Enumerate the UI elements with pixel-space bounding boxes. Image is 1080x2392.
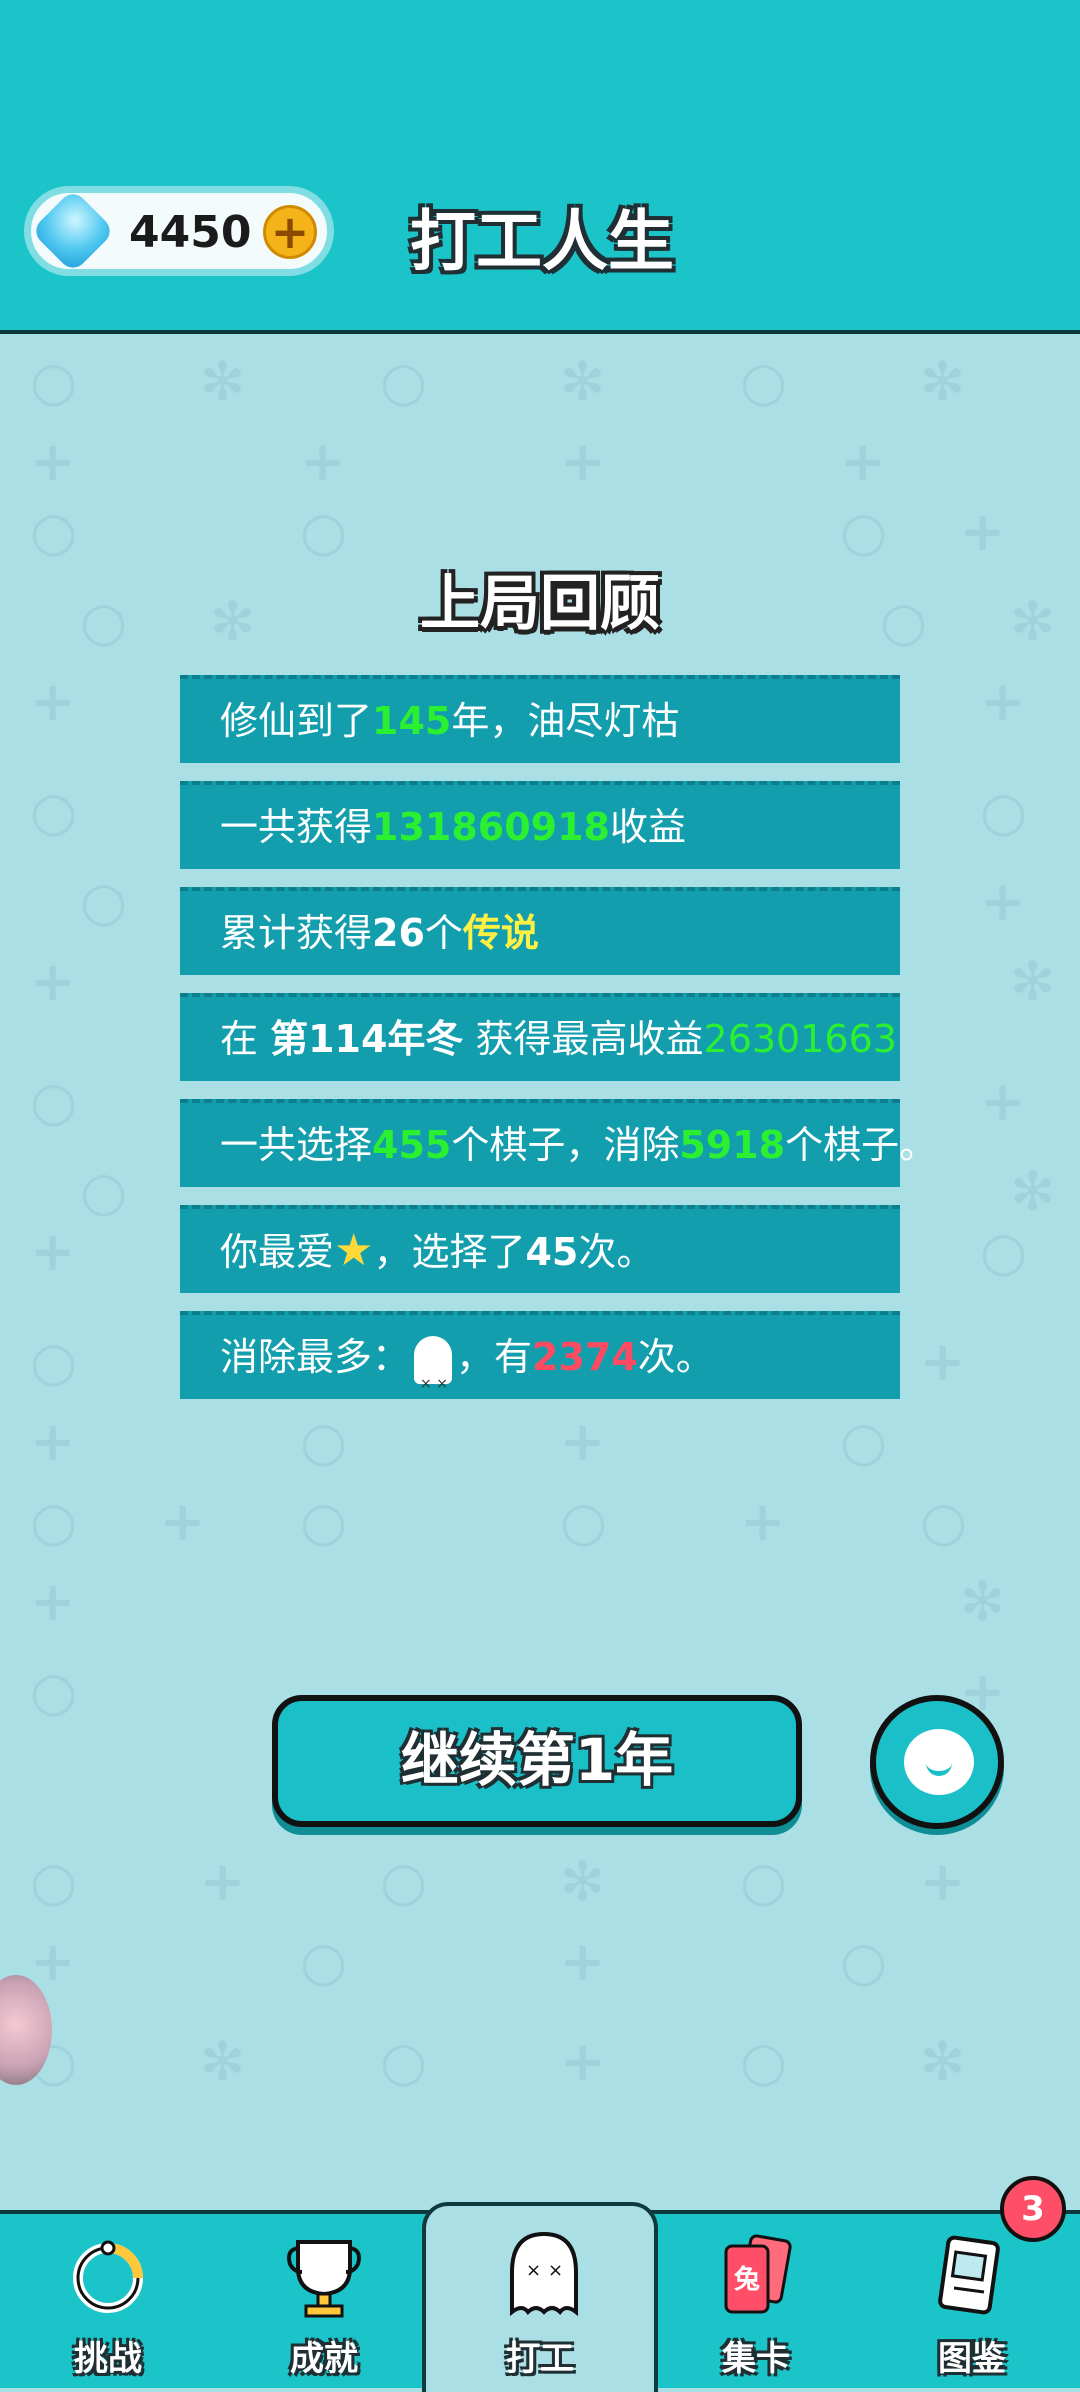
- svg-text:×: ×: [548, 2260, 563, 2281]
- nav-label-cards: 集卡: [722, 2339, 790, 2379]
- ghost-icon: [414, 1335, 453, 1426]
- nav-label-collection: 图鉴: [938, 2339, 1006, 2379]
- gem-count: 4450: [129, 207, 252, 258]
- stat-value: 26301663: [703, 1017, 897, 1061]
- stat-value: 26: [372, 911, 425, 955]
- nav-item-challenge[interactable]: 挑战: [0, 2214, 216, 2392]
- top-header: 4450 + 打工人生: [0, 0, 1080, 334]
- stat-text: 个棋子。: [785, 1123, 938, 1167]
- continue-button[interactable]: 继续第1年: [272, 1695, 802, 1827]
- gem-balance[interactable]: 4450 +: [24, 186, 334, 276]
- stat-row-income: 一共获得131860918收益: [180, 781, 900, 869]
- stat-legend-label: 传说: [462, 911, 539, 955]
- stat-text: 累计获得: [220, 911, 373, 955]
- chat-bubble-icon: [904, 1729, 974, 1795]
- stat-text: 一共选择: [220, 1123, 373, 1167]
- stat-text: 个: [424, 911, 463, 955]
- stat-text: 次。: [578, 1230, 655, 1274]
- stat-value: 455: [372, 1123, 452, 1167]
- nav-item-achievement[interactable]: 成就: [216, 2214, 432, 2392]
- nav-label-challenge: 挑战: [74, 2339, 142, 2379]
- star-icon: ★: [334, 1225, 374, 1276]
- stat-value: 131860918: [372, 805, 610, 849]
- stat-text: ，有: [456, 1335, 533, 1379]
- ghost-icon: × ×: [510, 2231, 578, 2317]
- stat-row-favorite: 你最爱★，选择了45次。: [180, 1205, 900, 1293]
- stat-text: 一共获得: [220, 805, 373, 849]
- challenge-icon: [73, 2240, 143, 2313]
- stat-row-legend: 累计获得26个传说: [180, 887, 900, 975]
- nav-item-work[interactable]: × × 打工: [422, 2202, 658, 2392]
- stat-text: 你最爱: [220, 1230, 335, 1274]
- stat-text: 收益: [609, 805, 686, 849]
- review-title: 上局回顾: [420, 569, 660, 639]
- chat-button[interactable]: [870, 1695, 1004, 1829]
- notification-badge: 3: [1000, 2176, 1066, 2242]
- stat-value: 45: [525, 1230, 579, 1274]
- card-icon: 兔: [724, 2234, 792, 2314]
- stat-text: ，选择了: [373, 1230, 526, 1274]
- trophy-icon: [287, 2240, 361, 2318]
- nav-item-cards[interactable]: 兔 集卡: [648, 2214, 864, 2392]
- stat-text: 个棋子，消除: [451, 1123, 680, 1167]
- add-gems-button[interactable]: +: [263, 205, 317, 259]
- stat-row-most-eliminated: 消除最多： ，有2374次。: [180, 1311, 900, 1426]
- stat-text: 修仙到了: [220, 699, 373, 743]
- stat-text: 次。: [637, 1335, 714, 1379]
- stat-value: 5918: [679, 1123, 786, 1167]
- bottom-nav: 挑战 成就 × × 打工 兔 集卡 3 图鉴: [0, 2176, 1080, 2392]
- svg-text:兔: 兔: [734, 2265, 760, 2295]
- book-icon: [938, 2235, 1000, 2315]
- stat-row-cultivation: 修仙到了145年，油尽灯枯: [180, 675, 900, 763]
- stat-text: 年，油尽灯枯: [451, 699, 680, 743]
- stat-value: 145: [372, 699, 452, 743]
- stat-text: 在: [220, 1017, 271, 1061]
- stat-text: 获得最高收益: [463, 1017, 704, 1061]
- stat-row-best-income: 在 第114年冬 获得最高收益26301663: [180, 993, 900, 1081]
- gem-icon: [30, 188, 116, 274]
- nav-item-collection[interactable]: 3 图鉴: [864, 2176, 1080, 2392]
- stat-text: 消除最多：: [220, 1335, 411, 1379]
- stat-value: 2374: [532, 1335, 638, 1379]
- stat-season: 第114年冬: [270, 1017, 464, 1061]
- svg-text:×: ×: [526, 2260, 541, 2281]
- nav-label-work: 打工: [506, 2339, 574, 2379]
- nav-label-achievement: 成就: [290, 2339, 358, 2379]
- stat-row-pieces: 一共选择455个棋子，消除5918个棋子。: [180, 1099, 937, 1187]
- page-title: 打工人生: [410, 203, 674, 280]
